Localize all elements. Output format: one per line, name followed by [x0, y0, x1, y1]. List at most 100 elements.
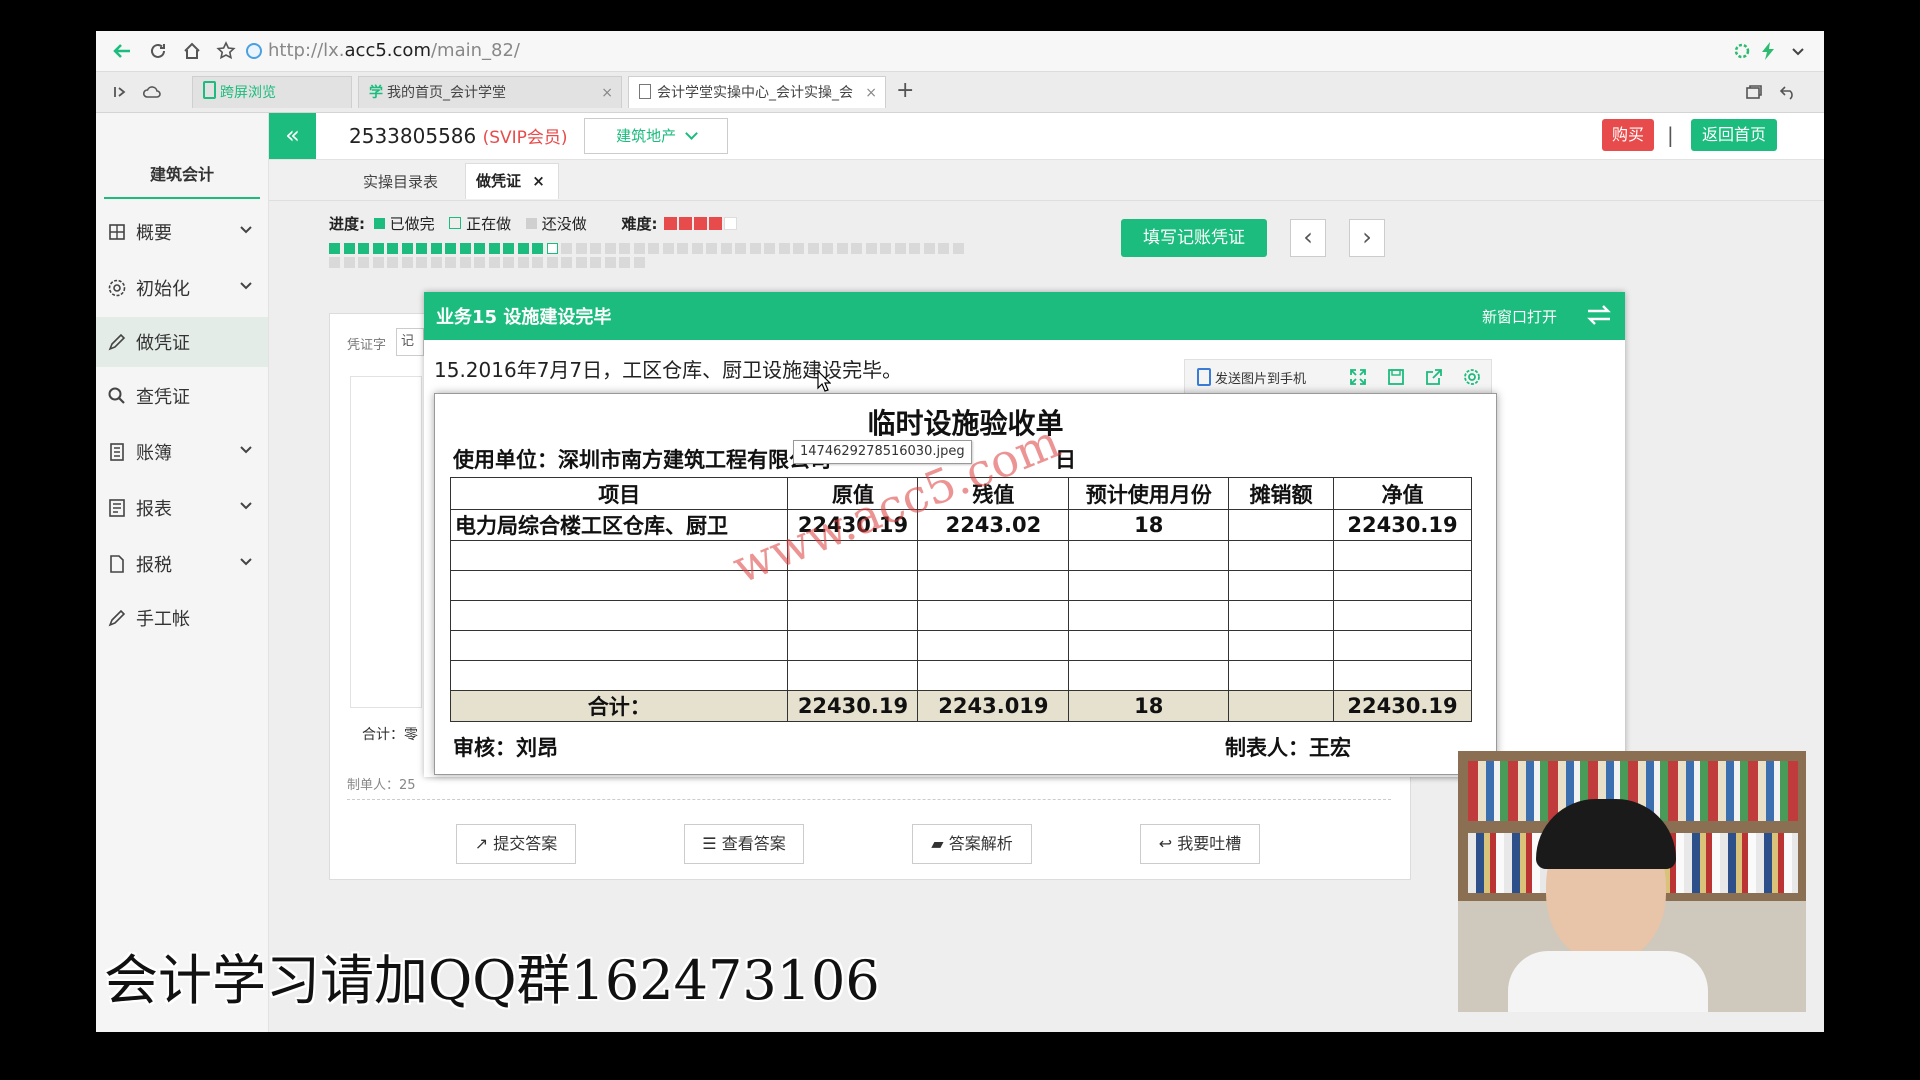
progress-segment[interactable]: [619, 243, 630, 254]
refresh-icon[interactable]: [146, 39, 170, 63]
progress-segment[interactable]: [329, 243, 340, 254]
progress-segment[interactable]: [561, 243, 572, 254]
progress-segment[interactable]: [720, 243, 732, 254]
progress-segment[interactable]: [619, 257, 630, 268]
progress-segment[interactable]: [749, 243, 761, 254]
progress-segment[interactable]: [372, 257, 384, 268]
progress-segment[interactable]: [474, 257, 485, 268]
progress-segment[interactable]: [575, 243, 587, 254]
progress-segment[interactable]: [923, 243, 935, 254]
open-new-window-link[interactable]: 新窗口打开: [1482, 306, 1557, 327]
progress-segment[interactable]: [575, 257, 587, 268]
sidebar-toggle-icon[interactable]: [108, 80, 132, 104]
progress-segment[interactable]: [343, 243, 355, 254]
star-icon[interactable]: [214, 39, 238, 63]
tab-cross-screen[interactable]: 跨屏浏览: [192, 76, 352, 108]
progress-segment[interactable]: [372, 243, 384, 254]
sidebar-item-reports[interactable]: 报表: [96, 483, 268, 533]
sidebar-item-ledger[interactable]: 账簿: [96, 427, 268, 477]
share-icon[interactable]: [1425, 368, 1443, 390]
sidebar-item-query-voucher[interactable]: 查凭证: [96, 371, 268, 421]
progress-segment[interactable]: [430, 257, 442, 268]
progress-segment[interactable]: [416, 243, 427, 254]
url-field[interactable]: http://lx.acc5.com/main_82/: [268, 39, 520, 63]
close-icon[interactable]: ×: [865, 77, 877, 108]
progress-segment[interactable]: [503, 243, 514, 254]
progress-segment[interactable]: [532, 243, 543, 254]
sidebar-item-tax[interactable]: 报税: [96, 539, 268, 589]
progress-segment[interactable]: [546, 257, 558, 268]
progress-segment[interactable]: [604, 257, 616, 268]
save-icon[interactable]: [1387, 368, 1405, 390]
progress-segment[interactable]: [343, 257, 355, 268]
gear-icon[interactable]: [1463, 368, 1481, 390]
progress-segment[interactable]: [517, 243, 529, 254]
progress-segment[interactable]: [633, 243, 645, 254]
progress-segment[interactable]: [952, 243, 964, 254]
progress-segment[interactable]: [604, 243, 616, 254]
tab-home[interactable]: 学我的首页_会计学堂 ×: [358, 76, 622, 108]
view-answer-button[interactable]: ☰ 查看答案: [684, 824, 804, 864]
progress-segment[interactable]: [445, 243, 456, 254]
progress-segment[interactable]: [503, 257, 514, 268]
cloud-icon[interactable]: [140, 80, 164, 104]
swap-icon[interactable]: [1586, 304, 1612, 330]
sidebar-item-manual-ledger[interactable]: 手工帐: [96, 593, 268, 643]
progress-segment[interactable]: [445, 257, 456, 268]
submit-answer-button[interactable]: ↗ 提交答案: [456, 824, 576, 864]
progress-segment[interactable]: [590, 243, 601, 254]
tab-practice-list[interactable]: 实操目录表: [363, 171, 438, 192]
progress-segment[interactable]: [909, 243, 920, 254]
new-tab-button[interactable]: +: [896, 78, 914, 103]
progress-segment[interactable]: [778, 243, 790, 254]
progress-segment[interactable]: [459, 257, 471, 268]
progress-segment[interactable]: [474, 243, 485, 254]
progress-segment[interactable]: [807, 243, 819, 254]
close-icon[interactable]: ×: [601, 77, 613, 108]
lightning-icon[interactable]: [1756, 39, 1780, 63]
progress-segment[interactable]: [358, 257, 369, 268]
sidebar-item-overview[interactable]: 概要: [96, 207, 268, 257]
progress-segment[interactable]: [387, 243, 398, 254]
home-icon[interactable]: [180, 39, 204, 63]
tab-practice-center[interactable]: 会计学堂实操中心_会计实操_会 ×: [628, 76, 886, 108]
prev-button[interactable]: ‹: [1290, 219, 1326, 257]
fullscreen-icon[interactable]: [1349, 368, 1367, 390]
undo-icon[interactable]: [1776, 80, 1800, 104]
progress-segment[interactable]: [488, 257, 500, 268]
chevron-down-icon[interactable]: [1786, 39, 1810, 63]
progress-segment[interactable]: [706, 243, 717, 254]
back-icon[interactable]: [110, 39, 134, 63]
progress-segment[interactable]: [561, 257, 572, 268]
progress-segment[interactable]: [488, 243, 500, 254]
progress-segment[interactable]: [329, 257, 340, 268]
progress-segment[interactable]: [793, 243, 804, 254]
fill-voucher-button[interactable]: 填写记账凭证: [1121, 219, 1267, 257]
progress-segment[interactable]: [836, 243, 848, 254]
voucher-word-select[interactable]: 记: [396, 328, 424, 356]
progress-segment[interactable]: [894, 243, 906, 254]
progress-segment[interactable]: [662, 243, 674, 254]
window-restore-icon[interactable]: [1742, 80, 1766, 104]
progress-segment[interactable]: [546, 243, 558, 254]
close-icon[interactable]: ×: [532, 172, 545, 190]
progress-segment[interactable]: [865, 243, 877, 254]
progress-segment[interactable]: [532, 257, 543, 268]
answer-analysis-button[interactable]: ▰ 答案解析: [912, 824, 1032, 864]
progress-segment[interactable]: [735, 243, 746, 254]
progress-segment[interactable]: [691, 243, 703, 254]
collapse-sidebar-button[interactable]: «: [269, 113, 316, 159]
buy-button[interactable]: 购买: [1602, 119, 1654, 151]
progress-segment[interactable]: [517, 257, 529, 268]
send-to-phone-button[interactable]: 发送图片到手机: [1197, 368, 1306, 387]
progress-segment[interactable]: [401, 243, 413, 254]
progress-segment[interactable]: [822, 243, 833, 254]
industry-select[interactable]: 建筑地产: [584, 118, 728, 154]
return-home-button[interactable]: 返回首页: [1691, 119, 1777, 151]
progress-segment[interactable]: [459, 243, 471, 254]
tab-make-voucher[interactable]: 做凭证 ×: [465, 163, 559, 199]
progress-segment[interactable]: [938, 243, 949, 254]
sidebar-item-init[interactable]: 初始化: [96, 263, 268, 313]
sidebar-item-make-voucher[interactable]: 做凭证: [96, 317, 268, 367]
progress-segment[interactable]: [416, 257, 427, 268]
